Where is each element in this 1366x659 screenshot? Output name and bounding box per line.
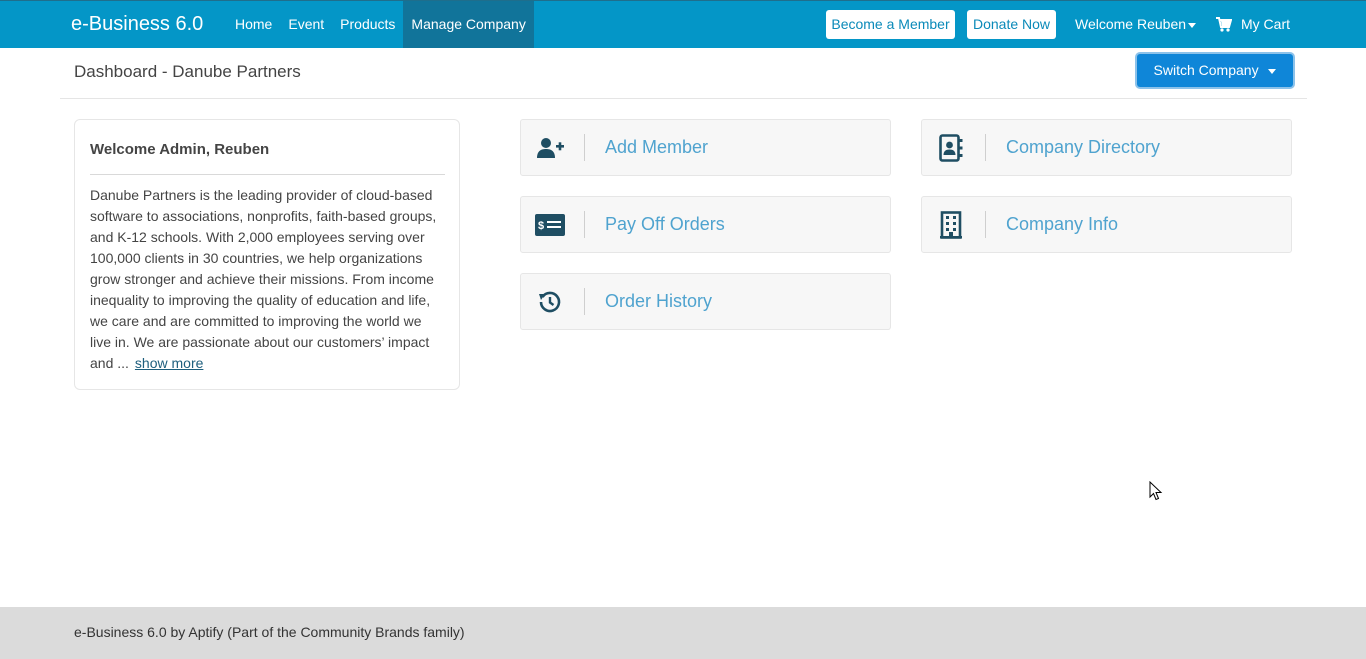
main-nav: Home Event Products Manage Company — [227, 1, 534, 48]
svg-text:$: $ — [538, 220, 544, 232]
caret-down-icon — [1268, 68, 1277, 74]
welcome-card: Welcome Admin, Reuben Danube Partners is… — [74, 119, 460, 390]
switch-company-button[interactable]: Switch Company — [1137, 54, 1293, 87]
order-history-tile[interactable]: Order History — [520, 273, 891, 330]
footer-text: e-Business 6.0 by Aptify (Part of the Co… — [74, 624, 465, 640]
caret-down-icon — [1188, 22, 1197, 28]
welcome-dropdown[interactable]: Welcome Reuben — [1075, 16, 1197, 32]
nav-products[interactable]: Products — [332, 1, 403, 48]
pay-off-orders-label: Pay Off Orders — [605, 214, 725, 234]
company-directory-label: Company Directory — [1006, 137, 1161, 157]
add-member-label: Add Member — [605, 137, 709, 157]
nav-home[interactable]: Home — [227, 1, 280, 48]
user-plus-icon — [535, 133, 565, 163]
become-member-button[interactable]: Become a Member — [826, 10, 955, 39]
page-title: Dashboard - Danube Partners — [74, 62, 301, 81]
brand-logo[interactable]: e-Business 6.0 — [71, 13, 203, 36]
company-directory-tile[interactable]: Company Directory — [921, 119, 1292, 176]
order-history-label: Order History — [605, 291, 713, 311]
my-cart-link[interactable]: My Cart — [1216, 16, 1290, 32]
company-info-tile[interactable]: Company Info — [921, 196, 1292, 253]
footer: e-Business 6.0 by Aptify (Part of the Co… — [0, 607, 1366, 659]
nav-event[interactable]: Event — [280, 1, 332, 48]
tile-separator — [584, 211, 585, 238]
welcome-title: Welcome Admin, Reuben — [90, 141, 270, 158]
tile-separator — [584, 288, 585, 315]
cart-label: My Cart — [1241, 16, 1290, 32]
history-icon — [535, 287, 565, 317]
tile-separator — [584, 134, 585, 161]
address-book-icon — [936, 133, 966, 163]
money-check-icon: $ — [535, 210, 565, 240]
donate-now-button[interactable]: Donate Now — [967, 10, 1056, 39]
company-info-label: Company Info — [1006, 214, 1119, 234]
company-description: Danube Partners is the leading provider … — [90, 185, 445, 374]
tile-separator — [985, 211, 986, 238]
switch-company-label: Switch Company — [1153, 62, 1259, 78]
cart-icon — [1216, 16, 1232, 32]
tile-separator — [985, 134, 986, 161]
description-text: Danube Partners is the leading provider … — [90, 187, 437, 371]
top-navbar: e-Business 6.0 Home Event Products Manag… — [0, 0, 1366, 48]
building-icon — [936, 210, 966, 240]
page-header: Dashboard - Danube Partners Switch Compa… — [60, 48, 1307, 99]
show-more-link[interactable]: show more — [135, 355, 203, 371]
add-member-tile[interactable]: Add Member — [520, 119, 891, 176]
divider — [90, 174, 445, 175]
nav-manage-company[interactable]: Manage Company — [403, 1, 534, 48]
mouse-pointer-icon — [1149, 481, 1163, 501]
welcome-label: Welcome Reuben — [1075, 16, 1187, 32]
pay-off-orders-tile[interactable]: $ Pay Off Orders — [520, 196, 891, 253]
